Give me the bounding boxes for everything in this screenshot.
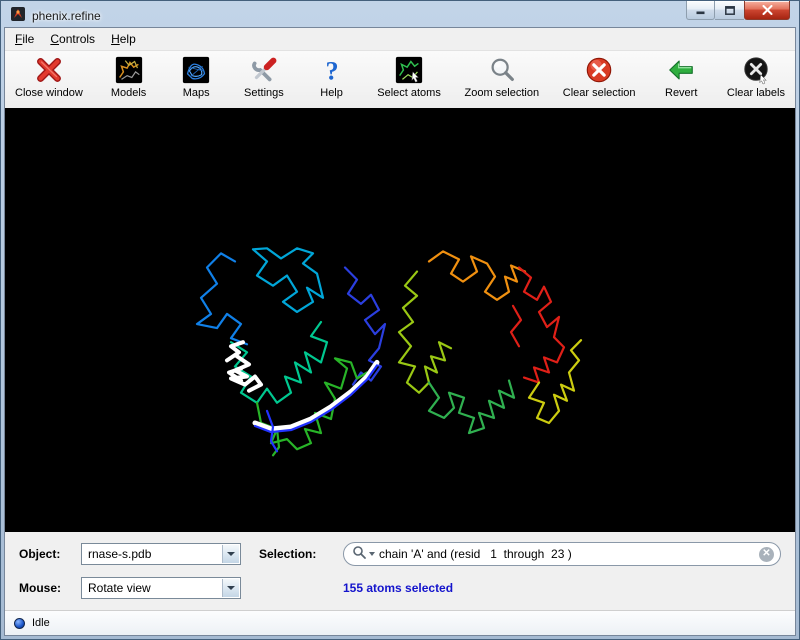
selection-input[interactable] [379, 547, 759, 561]
statusbar: Idle [5, 610, 795, 635]
toolbar-models[interactable]: Models [107, 54, 151, 99]
clear-selection-icon [583, 54, 615, 86]
controls-panel: Object: rnase-s.pdb Selection: ✕ [5, 532, 795, 610]
toolbar-label: Models [111, 87, 146, 99]
status-indicator-icon [14, 618, 25, 629]
mouse-label: Mouse: [19, 581, 81, 595]
maximize-button[interactable] [715, 1, 744, 20]
toolbar-clear-selection[interactable]: Clear selection [563, 54, 636, 99]
object-dropdown-value: rnase-s.pdb [88, 547, 151, 561]
close-button[interactable] [744, 1, 790, 20]
selection-searchbox[interactable]: ✕ [343, 542, 781, 566]
phenix-window: phenix.refine File Controls Help [0, 0, 800, 640]
toolbar-label: Revert [665, 87, 697, 99]
toolbar-revert[interactable]: Revert [659, 54, 703, 99]
clear-text-icon[interactable]: ✕ [759, 547, 774, 562]
toolbar-clear-labels[interactable]: Clear labels [727, 54, 785, 99]
maps-icon [180, 54, 212, 86]
toolbar-label: Maps [183, 87, 210, 99]
toolbar-label: Clear selection [563, 87, 636, 99]
settings-icon [248, 54, 280, 86]
titlebar[interactable]: phenix.refine [4, 1, 796, 27]
atoms-selected-text: 155 atoms selected [343, 581, 453, 595]
search-icon[interactable] [352, 545, 367, 563]
toolbar-label: Zoom selection [465, 87, 540, 99]
toolbar-label: Settings [244, 87, 284, 99]
toolbar-close-window[interactable]: Close window [15, 54, 83, 99]
client-area: File Controls Help Close window [4, 27, 796, 636]
svg-text:?: ? [325, 56, 338, 85]
mouse-dropdown-value: Rotate view [88, 581, 151, 595]
mouse-dropdown-button[interactable] [222, 579, 239, 597]
clear-labels-icon [740, 54, 772, 86]
toolbar-maps[interactable]: Maps [174, 54, 218, 99]
search-options-arrow-icon[interactable] [369, 552, 375, 556]
molecule-viewport[interactable] [5, 108, 795, 532]
toolbar-label: Select atoms [377, 87, 441, 99]
object-dropdown[interactable]: rnase-s.pdb [81, 543, 241, 565]
toolbar-help[interactable]: ? Help [310, 54, 354, 99]
object-dropdown-button[interactable] [222, 545, 239, 563]
chevron-down-icon [227, 552, 235, 556]
molecule-render [5, 108, 795, 532]
object-label: Object: [19, 547, 81, 561]
toolbar: Close window Models [5, 51, 795, 108]
selection-label: Selection: [259, 547, 337, 561]
toolbar-select-atoms[interactable]: Select atoms [377, 54, 441, 99]
app-icon [10, 6, 26, 25]
menu-file[interactable]: File [7, 29, 42, 49]
models-icon [113, 54, 145, 86]
close-window-icon [33, 54, 65, 86]
mouse-dropdown[interactable]: Rotate view [81, 577, 241, 599]
menu-help[interactable]: Help [103, 29, 144, 49]
select-atoms-icon [393, 54, 425, 86]
toolbar-zoom-selection[interactable]: Zoom selection [465, 54, 540, 99]
toolbar-settings[interactable]: Settings [242, 54, 286, 99]
menubar: File Controls Help [5, 28, 795, 51]
minimize-button[interactable] [686, 1, 715, 20]
help-icon: ? [316, 54, 348, 86]
revert-icon [665, 54, 697, 86]
zoom-selection-icon [486, 54, 518, 86]
menu-controls[interactable]: Controls [42, 29, 103, 49]
toolbar-label: Close window [15, 87, 83, 99]
window-title: phenix.refine [32, 9, 101, 23]
chevron-down-icon [227, 586, 235, 590]
toolbar-label: Clear labels [727, 87, 785, 99]
status-text: Idle [32, 617, 50, 629]
toolbar-label: Help [320, 87, 343, 99]
